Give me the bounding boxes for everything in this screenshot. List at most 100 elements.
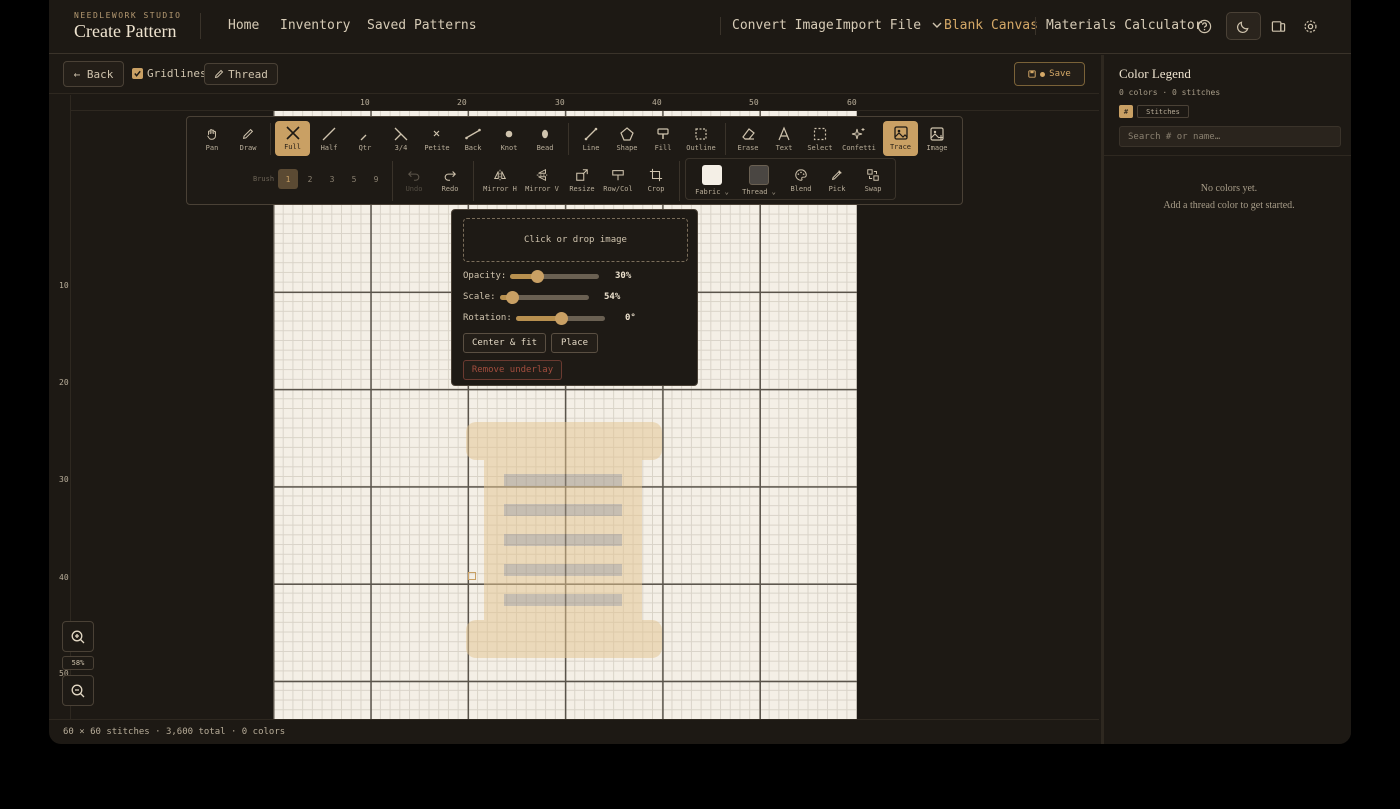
nav-home[interactable]: Home <box>228 18 259 33</box>
outline-icon <box>695 128 707 140</box>
opacity-slider[interactable] <box>510 270 599 283</box>
sort-by-number-chip[interactable]: # <box>1119 105 1133 118</box>
image-trace-icon <box>893 126 908 140</box>
resize-icon <box>576 169 588 181</box>
tool-label: Draw <box>239 144 257 152</box>
tool-pan[interactable]: Pan <box>195 122 229 156</box>
swap-colors-button[interactable]: Swap <box>856 163 890 197</box>
tool-fill[interactable]: Fill <box>646 122 680 156</box>
save-icon <box>1028 70 1036 78</box>
tool-select[interactable]: Select <box>803 122 837 156</box>
resize-button[interactable]: Resize <box>565 163 599 197</box>
nav-inventory[interactable]: Inventory <box>280 18 350 33</box>
unsaved-dot <box>1040 71 1046 77</box>
rotation-slider[interactable] <box>516 312 605 325</box>
fabric-color-picker[interactable]: Fabric ⌄ <box>692 161 732 199</box>
image-drop-zone[interactable]: Click or drop image <box>463 218 688 262</box>
divider <box>1035 17 1036 35</box>
zoom-out-button[interactable] <box>62 675 94 706</box>
gridlines-checkbox[interactable] <box>132 68 143 79</box>
scale-slider[interactable] <box>500 291 589 304</box>
color-legend-panel: Color Legend 0 colors · 0 stitches # Sti… <box>1101 55 1351 744</box>
tool-bead[interactable]: Bead <box>528 122 562 156</box>
tool-erase[interactable]: Erase <box>731 122 765 156</box>
knot-icon <box>505 130 513 138</box>
thread-color-picker[interactable]: Thread ⌄ <box>738 161 780 199</box>
slider-knob[interactable] <box>530 270 544 283</box>
eraser-icon <box>742 128 755 140</box>
tool-trace[interactable]: Trace <box>883 121 918 156</box>
divider <box>200 13 201 39</box>
tool-line[interactable]: Line <box>574 122 608 156</box>
zoom-out-icon <box>71 684 85 697</box>
app-window: NEEDLEWORK STUDIO Create Pattern Home In… <box>49 0 1351 744</box>
tool-petite-stitch[interactable]: Petite <box>420 122 454 156</box>
zoom-in-button[interactable] <box>62 621 94 652</box>
tool-quarter-stitch[interactable]: Qtr <box>348 122 382 156</box>
tool-label: Erase <box>737 144 759 152</box>
tool-label: Fill <box>654 144 672 152</box>
crop-button[interactable]: Crop <box>639 163 673 197</box>
trace-underlay-popup: Click or drop image Opacity: 30% Scale: … <box>451 209 698 386</box>
three-quarter-stitch-icon <box>394 127 408 141</box>
tool-full-stitch[interactable]: Full <box>275 121 310 156</box>
drawing-toolbar: Pan Draw Full Half Qtr 3/4 Petite Back K… <box>186 116 963 205</box>
brush-label: Brush <box>253 175 275 183</box>
legend-title: Color Legend <box>1119 66 1191 81</box>
redo-button[interactable]: Redo <box>433 163 467 197</box>
undo-button[interactable]: Undo <box>397 163 431 197</box>
gridlines-toggle[interactable]: Gridlines <box>132 67 207 80</box>
legend-search-input[interactable]: Search # or name… <box>1119 126 1341 147</box>
blend-button[interactable]: Blend <box>784 163 818 197</box>
tool-label: Pan <box>205 144 219 152</box>
rotation-label: Rotation: <box>463 313 512 323</box>
tool-shape[interactable]: Shape <box>610 122 644 156</box>
help-icon[interactable] <box>1193 15 1215 37</box>
back-button[interactable]: ← Back <box>63 61 124 87</box>
tool-draw[interactable]: Draw <box>231 122 265 156</box>
tool-label: Select <box>807 144 833 152</box>
nav-import-file[interactable]: Import File <box>835 18 942 33</box>
tool-text[interactable]: Text <box>767 122 801 156</box>
brush-size-option[interactable]: 3 <box>322 169 342 189</box>
brush-size-option[interactable]: 1 <box>278 169 298 189</box>
tool-confetti[interactable]: Confetti <box>842 122 876 156</box>
thread-button[interactable]: Thread <box>204 63 278 85</box>
slider-fill <box>516 316 561 321</box>
mirror-horizontal-button[interactable]: Mirror H <box>482 163 518 197</box>
center-fit-button[interactable]: Center & fit <box>463 333 546 353</box>
swap-icon <box>867 169 879 181</box>
save-button[interactable]: Save <box>1014 62 1085 86</box>
tool-label: Image <box>926 144 948 152</box>
nav-convert-image[interactable]: Convert Image <box>732 18 834 33</box>
row-col-button[interactable]: Row/Col <box>601 163 635 197</box>
row-col-icon <box>612 170 624 181</box>
layout-icon[interactable] <box>1267 15 1289 37</box>
tool-label: 3/4 <box>394 144 408 152</box>
slider-knob[interactable] <box>554 312 568 325</box>
tool-backstitch[interactable]: Back <box>456 122 490 156</box>
cross-stitch-icon <box>285 126 300 140</box>
half-stitch-icon <box>322 127 336 141</box>
remove-underlay-button[interactable]: Remove underlay <box>463 360 562 380</box>
nav-saved-patterns[interactable]: Saved Patterns <box>367 18 477 33</box>
mirror-vertical-button[interactable]: Mirror V <box>524 163 560 197</box>
tool-french-knot[interactable]: Knot <box>492 122 526 156</box>
shape-icon <box>620 127 634 141</box>
tool-image[interactable]: Image <box>920 122 954 156</box>
redo-icon <box>444 171 456 181</box>
brush-size-option[interactable]: 9 <box>366 169 386 189</box>
slider-knob[interactable] <box>505 291 519 304</box>
brush-size-option[interactable]: 5 <box>344 169 364 189</box>
nav-blank-canvas[interactable]: Blank Canvas <box>944 18 1038 33</box>
tool-outline[interactable]: Outline <box>684 122 718 156</box>
pick-color-button[interactable]: Pick <box>820 163 854 197</box>
gear-icon[interactable] <box>1299 15 1321 37</box>
brush-size-option[interactable]: 2 <box>300 169 320 189</box>
sort-by-stitches-chip[interactable]: Stitches <box>1137 105 1189 118</box>
tool-half-stitch[interactable]: Half <box>312 122 346 156</box>
tool-three-quarter-stitch[interactable]: 3/4 <box>384 122 418 156</box>
theme-toggle-button[interactable] <box>1226 12 1261 40</box>
nav-materials-calculator[interactable]: Materials Calculator <box>1046 18 1203 33</box>
place-button[interactable]: Place <box>551 333 598 353</box>
